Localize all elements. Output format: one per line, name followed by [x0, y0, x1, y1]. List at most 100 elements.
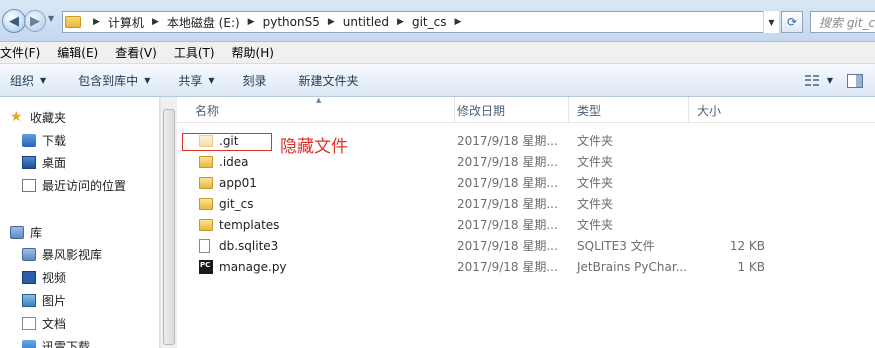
file-size: 12 KB [729, 238, 765, 253]
file-row-db-sqlite3[interactable]: db.sqlite3 2017/9/18 星期... SQLITE3 文件 12… [177, 235, 875, 256]
burn-label: 刻录 [242, 73, 267, 88]
folder-icon [199, 176, 213, 189]
file-row-app01[interactable]: app01 2017/9/18 星期... 文件夹 [177, 172, 875, 193]
forward-button[interactable]: ▶ [24, 10, 46, 32]
file-name-cell: app01 [199, 172, 257, 193]
breadcrumb-git-cs[interactable]: git_cs [412, 15, 447, 29]
refresh-button[interactable]: ⟳ [781, 11, 803, 33]
breadcrumb-pythons5[interactable]: pythonS5 [263, 15, 320, 29]
file-name: db.sqlite3 [219, 238, 279, 253]
file-date: 2017/9/18 星期... [457, 197, 558, 211]
nav-label: 库 [30, 225, 43, 240]
scrollbar-thumb[interactable] [163, 109, 175, 345]
thunder-download-icon [22, 339, 36, 348]
folder-icon [199, 197, 213, 210]
recent-locations-dropdown[interactable]: ▼ [48, 14, 60, 26]
chevron-down-icon[interactable]: ▼ [827, 76, 833, 85]
share-button[interactable]: 共享 ▼ [168, 68, 224, 92]
new-folder-button[interactable]: 新建文件夹 [289, 68, 369, 92]
chevron-right-icon[interactable]: ▶ [397, 17, 404, 27]
chevron-down-icon: ▼ [144, 75, 151, 85]
chevron-down-icon: ▼ [208, 75, 215, 85]
folder-icon [199, 218, 213, 231]
file-size [687, 130, 765, 151]
file-row-manage-py[interactable]: PC manage.py 2017/9/18 星期... JetBrains P… [177, 256, 875, 277]
file-type: 文件夹 [577, 197, 614, 211]
nav-label: 暴风影视库 [42, 247, 103, 262]
address-bar[interactable]: ▶ 计算机 ▶ 本地磁盘 (E:) ▶ pythonS5 ▶ untitled … [62, 11, 777, 33]
video-icon [22, 270, 36, 284]
file-name: templates [219, 217, 280, 232]
menu-tools[interactable]: 工具(T) [174, 44, 222, 61]
address-dropdown-button[interactable]: ▼ [763, 11, 779, 33]
file-row-git-cs[interactable]: git_cs 2017/9/18 星期... 文件夹 [177, 193, 875, 214]
file-size [687, 172, 765, 193]
address-row: ◀ ▶ ▼ ▶ 计算机 ▶ 本地磁盘 (E:) ▶ pythonS5 ▶ unt… [0, 0, 875, 42]
search-input[interactable]: 搜索 git_cs [810, 11, 875, 33]
file-name: app01 [219, 175, 257, 190]
menu-help[interactable]: 帮助(H) [232, 44, 281, 61]
nav-favorites[interactable]: ★ 收藏夹 [10, 106, 66, 128]
column-size[interactable]: 大小 [691, 97, 751, 123]
organize-button[interactable]: 组织 ▼ [0, 68, 56, 92]
column-name[interactable]: 名称 [189, 97, 455, 123]
file-icon [199, 238, 210, 253]
nav-item-documents[interactable]: 文档 [22, 312, 66, 334]
navigation-pane: ★ 收藏夹 下载 桌面 最近访问的位置 库 暴风影视库 视频 图片 文档 迅雷下… [0, 97, 160, 348]
library-icon [10, 225, 24, 239]
back-button[interactable]: ◀ [2, 9, 26, 33]
file-size: 1 KB [737, 259, 765, 274]
chevron-right-icon[interactable]: ▶ [248, 17, 255, 27]
nav-item-videos[interactable]: 视频 [22, 266, 66, 288]
chevron-right-icon[interactable]: ▶ [152, 17, 159, 27]
column-type[interactable]: 类型 [571, 97, 689, 123]
file-date: 2017/9/18 星期... [457, 218, 558, 232]
nav-item-downloads[interactable]: 下载 [22, 129, 66, 151]
nav-label: 迅雷下载 [42, 339, 91, 348]
breadcrumb-drive-e[interactable]: 本地磁盘 (E:) [167, 14, 240, 31]
breadcrumb-untitled[interactable]: untitled [343, 15, 389, 29]
navigation-pane-scrollbar[interactable] [160, 97, 177, 348]
chevron-down-icon: ▼ [40, 75, 47, 85]
nav-item-recent-places[interactable]: 最近访问的位置 [22, 174, 126, 196]
file-type: 文件夹 [577, 134, 614, 148]
new-folder-label: 新建文件夹 [298, 73, 359, 88]
chevron-right-icon[interactable]: ▶ [328, 17, 335, 27]
menu-file[interactable]: 文件(F) [0, 44, 47, 61]
file-size [687, 193, 765, 214]
command-bar: 组织 ▼ 包含到库中 ▼ 共享 ▼ 刻录 新建文件夹 ▼ [0, 64, 875, 97]
toolbar-right: ▼ [804, 64, 875, 97]
chevron-right-icon[interactable]: ▶ [454, 17, 461, 27]
file-type: 文件夹 [577, 155, 614, 169]
desktop-icon [22, 155, 36, 169]
downloads-icon [22, 133, 36, 147]
menu-view[interactable]: 查看(V) [115, 44, 164, 61]
pycharm-file-icon: PC [199, 259, 213, 274]
nav-libraries[interactable]: 库 [10, 221, 42, 243]
file-date: 2017/9/18 星期... [457, 134, 558, 148]
nav-label: 桌面 [42, 155, 67, 170]
include-library-label: 包含到库中 [78, 73, 139, 88]
nav-item-desktop[interactable]: 桌面 [22, 151, 66, 173]
file-size [687, 151, 765, 172]
documents-icon [22, 316, 36, 330]
chevron-right-icon[interactable]: ▶ [93, 17, 100, 27]
folder-icon [65, 16, 81, 28]
column-date-modified[interactable]: 修改日期 [451, 97, 569, 123]
include-in-library-button[interactable]: 包含到库中 ▼ [68, 68, 160, 92]
burn-button[interactable]: 刻录 [233, 68, 277, 92]
nav-item-thunder-downloads[interactable]: 迅雷下载 [22, 335, 90, 348]
file-type: 文件夹 [577, 218, 614, 232]
file-row-templates[interactable]: templates 2017/9/18 星期... 文件夹 [177, 214, 875, 235]
nav-item-pictures[interactable]: 图片 [22, 289, 66, 311]
share-label: 共享 [178, 73, 203, 88]
recent-places-icon [22, 178, 36, 192]
view-options-icon[interactable] [804, 74, 819, 87]
file-name-cell: git_cs [199, 193, 254, 214]
file-date: 2017/9/18 星期... [457, 176, 558, 190]
annotation-highlight-box [182, 133, 272, 151]
nav-item-baofeng[interactable]: 暴风影视库 [22, 243, 102, 265]
breadcrumb-computer[interactable]: 计算机 [108, 14, 144, 31]
preview-pane-icon[interactable] [847, 73, 863, 88]
menu-edit[interactable]: 编辑(E) [57, 44, 105, 61]
